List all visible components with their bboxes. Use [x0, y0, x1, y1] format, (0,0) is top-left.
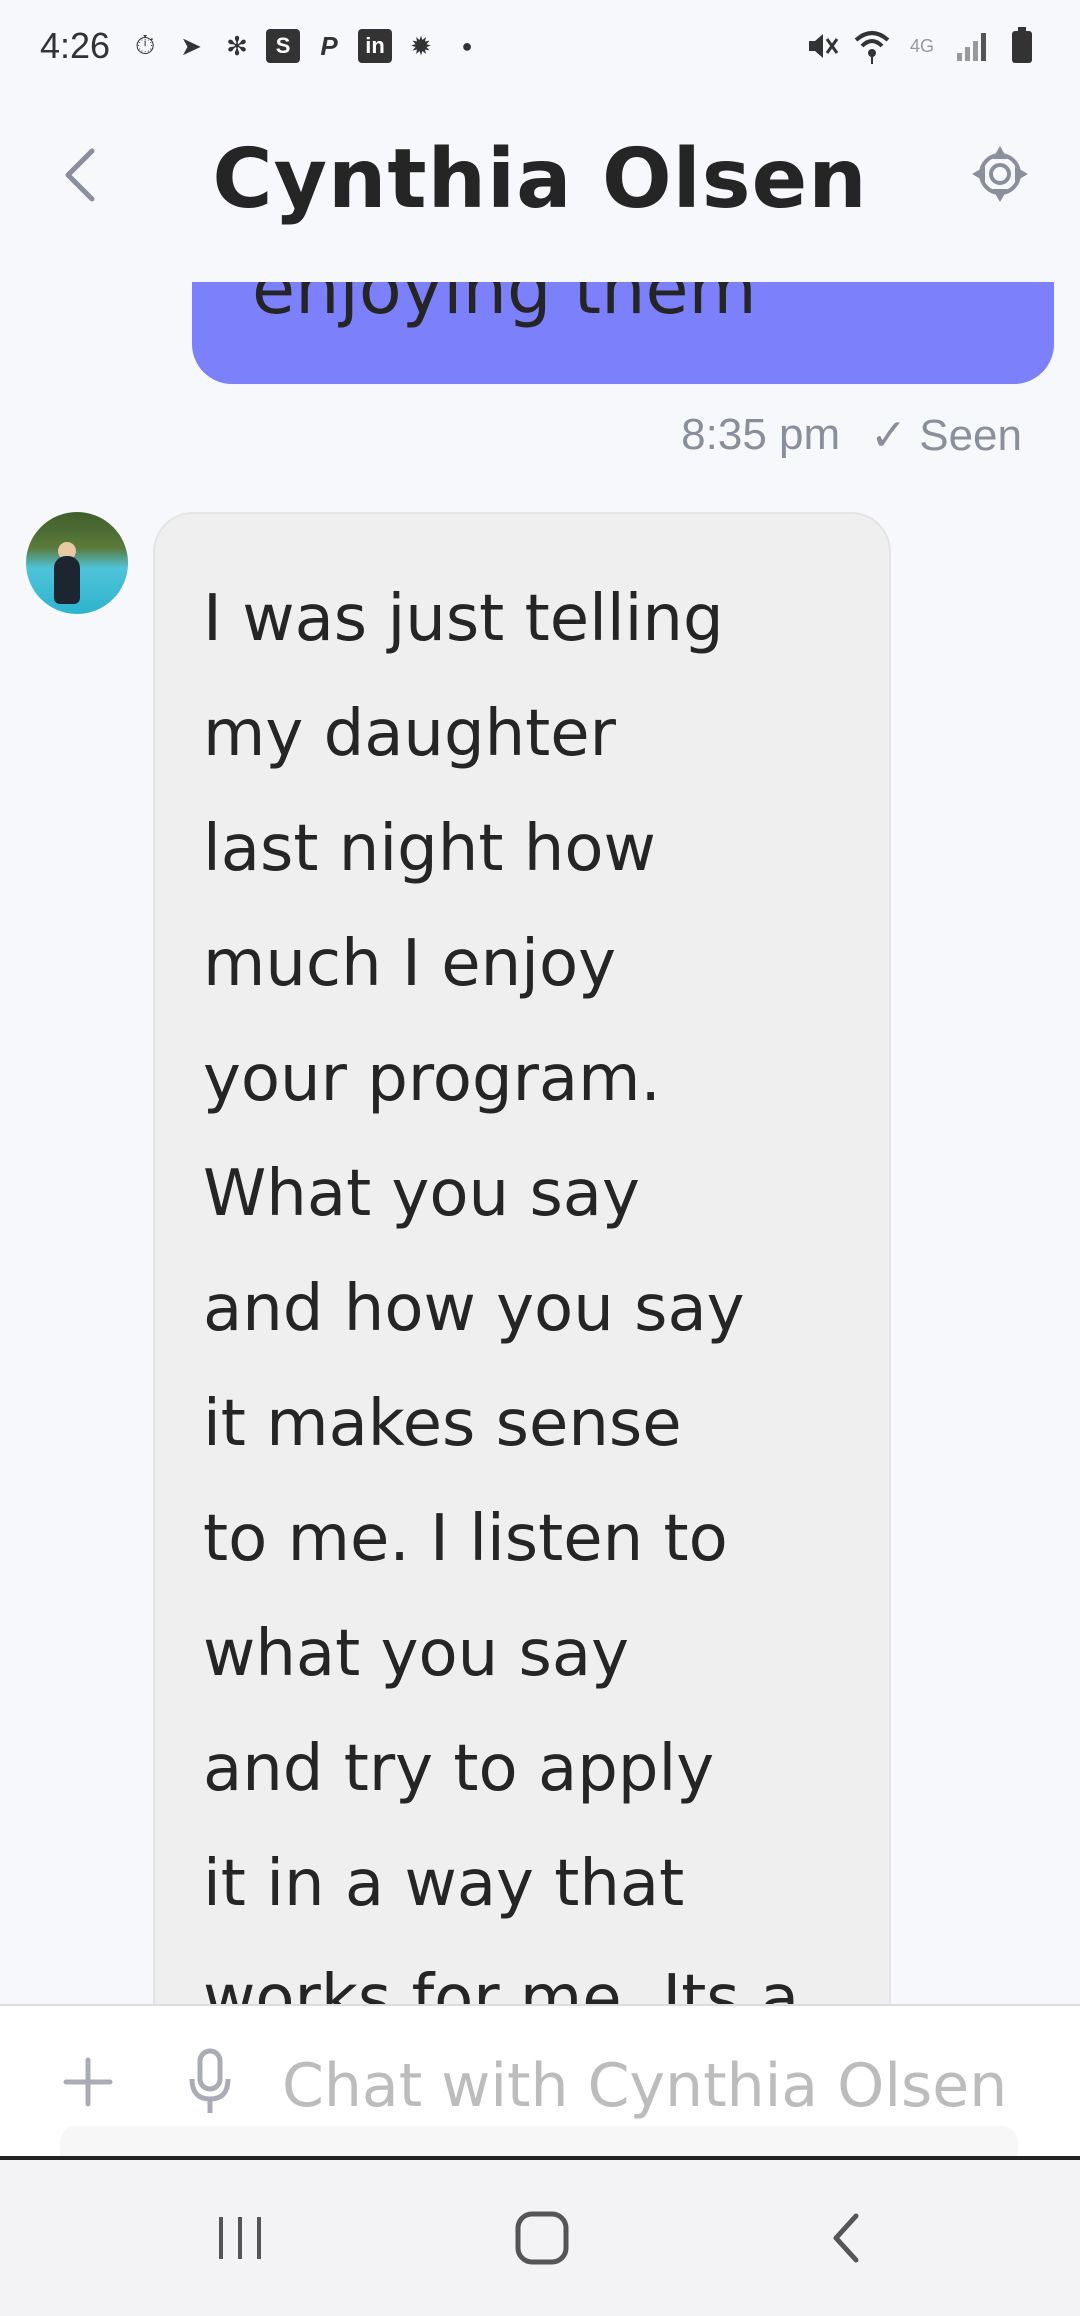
add-attachment-button[interactable] — [58, 2054, 118, 2114]
timer-icon: ⏱ — [134, 30, 156, 60]
paypal-icon: P — [320, 30, 338, 61]
composer-shadow — [60, 2126, 1018, 2156]
nav-back-button[interactable] — [806, 2200, 886, 2280]
linkedin-icon: in — [358, 29, 393, 63]
home-icon — [514, 2210, 570, 2270]
contact-name-title: Cynthia Olsen — [212, 132, 868, 227]
status-right-icons: 4G — [804, 26, 1040, 66]
navigation-icon: ➤ — [180, 30, 202, 61]
system-nav-bar — [0, 2160, 1080, 2316]
chat-input[interactable] — [280, 2036, 1070, 2136]
plus-icon — [62, 2056, 114, 2112]
message-meta: 8:35 pm ✓ Seen — [681, 410, 1022, 461]
received-message-text: I was just telling my daughter last nigh… — [203, 582, 800, 2004]
message-list[interactable]: enjoying them 8:35 pm ✓ Seen I was just … — [0, 282, 1080, 2004]
contact-avatar[interactable] — [26, 512, 128, 614]
gear-icon — [971, 145, 1029, 206]
status-time: 4:26 — [40, 25, 111, 66]
voice-message-button[interactable] — [180, 2046, 240, 2122]
skype-icon: S — [266, 29, 301, 63]
pinwheel-icon: ✻ — [226, 30, 248, 61]
home-button[interactable] — [502, 2200, 582, 2280]
seen-status: ✓ Seen — [870, 411, 1022, 460]
mute-icon — [804, 26, 840, 66]
chat-header: Cynthia Olsen — [0, 92, 1080, 282]
dot-icon: ● — [461, 35, 473, 56]
status-bar: 4:26 ⏱ ➤ ✻ S P in ✹ ● 4G — [0, 0, 1080, 92]
lte-icon: 4G — [909, 35, 934, 56]
microphone-icon — [186, 2047, 234, 2121]
avatar-body — [54, 556, 80, 604]
back-icon — [826, 2210, 866, 2270]
sent-message-bubble[interactable]: enjoying them — [192, 282, 1054, 384]
message-time: 8:35 pm — [681, 410, 841, 459]
sun-icon: ✹ — [410, 30, 432, 61]
status-left-icons: ⏱ ➤ ✻ S P in ✹ ● — [128, 29, 484, 63]
battery-icon — [1004, 26, 1040, 66]
wifi-icon — [854, 26, 890, 66]
signal-icon — [954, 26, 990, 66]
settings-button[interactable] — [970, 145, 1030, 206]
sent-message-text: enjoying them — [252, 282, 757, 330]
recents-button[interactable] — [200, 2200, 280, 2280]
received-message-bubble[interactable]: I was just telling my daughter last nigh… — [153, 512, 891, 2004]
recents-icon — [215, 2213, 265, 2267]
